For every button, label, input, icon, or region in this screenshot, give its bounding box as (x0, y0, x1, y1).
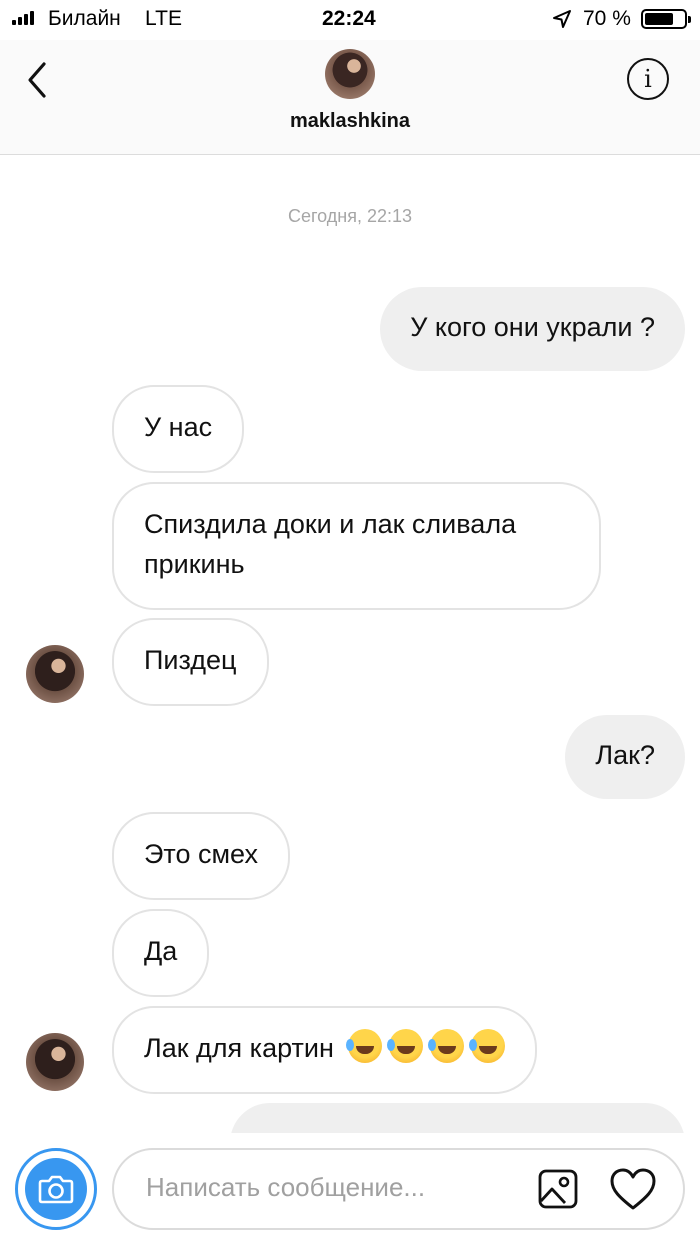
image-icon[interactable] (537, 1168, 579, 1210)
message-text: У нас (144, 412, 213, 442)
location-arrow-icon (553, 10, 571, 28)
message-bubble-incoming[interactable]: У нас (112, 385, 245, 473)
rofl-emoji-icon (428, 1029, 465, 1063)
rofl-emoji-icon (387, 1029, 424, 1063)
message-bubble-incoming[interactable]: Пиздец (112, 618, 269, 706)
message-composer: Написать сообщение... (0, 1133, 700, 1245)
message-bubble-incoming[interactable]: Это смех (112, 812, 290, 900)
signal-strength-icon (12, 11, 34, 25)
camera-icon (38, 1175, 74, 1204)
battery-icon (641, 9, 691, 29)
message-text: Да (144, 936, 178, 966)
message-text: Пиздец (144, 645, 237, 675)
rofl-emoji-icon (346, 1029, 383, 1063)
message-text: У кого они украли ? (410, 312, 655, 342)
message-thread[interactable]: Сегодня, 22:13 У кого они украли ? У нас… (0, 156, 700, 1133)
status-time: 22:24 (322, 7, 376, 30)
battery-percent: 70 % (583, 7, 631, 30)
message-text: Спиздила доки и лак сливала прикинь (144, 509, 517, 579)
contact-avatar[interactable] (325, 49, 375, 99)
chevron-left-icon[interactable] (20, 58, 54, 102)
battery-level (645, 13, 673, 25)
message-text: Лак? (595, 740, 655, 770)
contact-username[interactable]: maklashkina (0, 110, 700, 133)
message-bubble-incoming[interactable]: Спиздила доки и лак сливала прикинь (112, 482, 601, 610)
network-type: LTE (145, 7, 182, 30)
message-bubble-outgoing[interactable]: У кого они украли ? (380, 287, 685, 371)
camera-button[interactable] (15, 1148, 97, 1230)
rofl-emoji-icon (469, 1029, 506, 1063)
status-bar: Билайн LTE 22:24 70 % (0, 0, 700, 40)
chat-header: maklashkina i (0, 40, 700, 155)
heart-icon[interactable] (609, 1166, 657, 1212)
carrier-name: Билайн (48, 7, 121, 30)
date-separator: Сегодня, 22:13 (287, 206, 413, 226)
sender-avatar[interactable] (26, 645, 84, 703)
message-text: Это смех (144, 839, 258, 869)
message-bubble-incoming[interactable]: Лак для картин (112, 1006, 538, 1094)
info-icon[interactable]: i (627, 58, 669, 100)
message-input-placeholder: Написать сообщение... (146, 1172, 426, 1202)
emoji-group (341, 1029, 506, 1063)
sender-avatar[interactable] (26, 1033, 84, 1091)
message-text: Лак для картин (144, 1033, 334, 1063)
message-bubble-outgoing[interactable]: Лак? (565, 715, 685, 799)
message-bubble-outgoing[interactable] (230, 1103, 685, 1133)
message-bubble-incoming[interactable]: Да (112, 909, 210, 997)
